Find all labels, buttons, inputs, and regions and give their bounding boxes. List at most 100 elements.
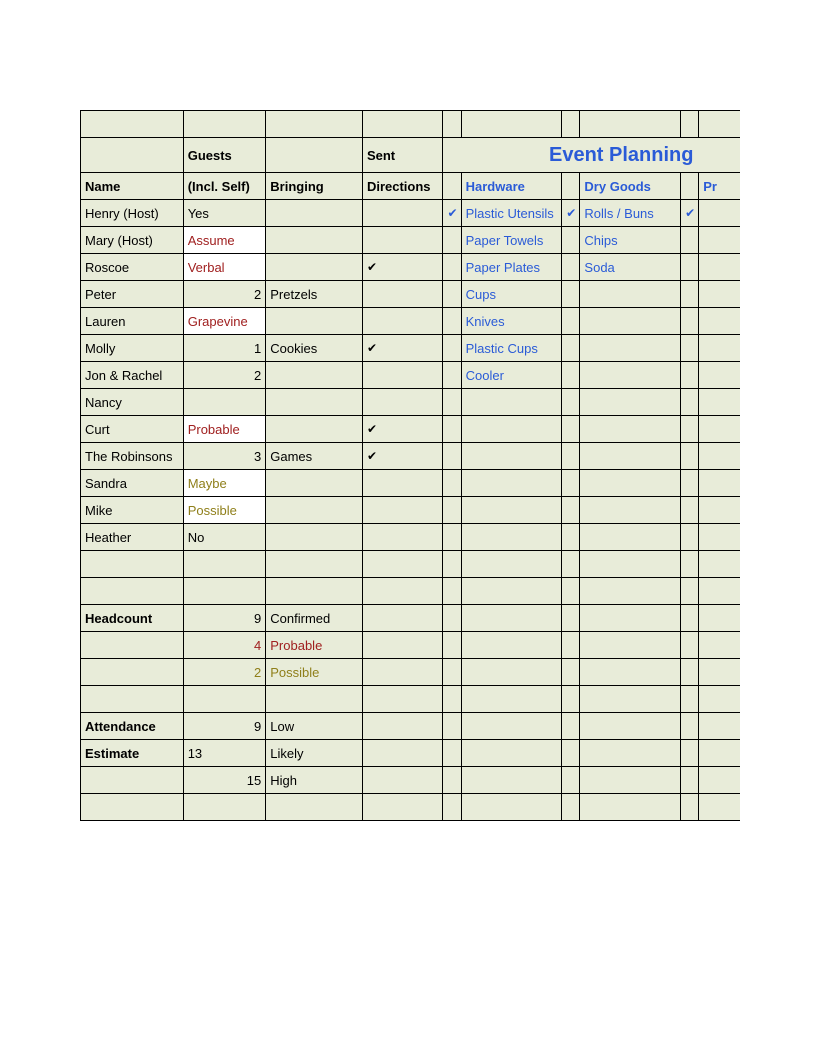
summary-value[interactable]: 13 xyxy=(183,740,266,767)
cell-pr[interactable] xyxy=(699,470,740,497)
cell-bringing[interactable]: Games xyxy=(266,443,363,470)
cell-dg-check[interactable] xyxy=(562,308,580,335)
cell-hardware[interactable]: Paper Plates xyxy=(461,254,562,281)
cell-name[interactable]: Jon & Rachel xyxy=(81,362,184,389)
cell-pr[interactable] xyxy=(699,524,740,551)
cell-hardware[interactable]: Cooler xyxy=(461,362,562,389)
cell-pr[interactable] xyxy=(699,254,740,281)
cell-pr-check[interactable] xyxy=(681,281,699,308)
cell-dg-check[interactable] xyxy=(562,227,580,254)
cell-hardware[interactable]: Plastic Cups xyxy=(461,335,562,362)
cell-dg-check[interactable]: ✔ xyxy=(562,200,580,227)
cell-pr[interactable] xyxy=(699,362,740,389)
cell-name[interactable]: Mary (Host) xyxy=(81,227,184,254)
cell-guests[interactable]: Maybe xyxy=(183,470,266,497)
cell-pr[interactable] xyxy=(699,389,740,416)
summary-value[interactable] xyxy=(183,551,266,578)
cell-hardware[interactable]: Knives xyxy=(461,308,562,335)
cell-drygoods[interactable] xyxy=(580,443,681,470)
cell-guests[interactable]: 1 xyxy=(183,335,266,362)
cell-hw-check[interactable] xyxy=(443,254,461,281)
cell-drygoods[interactable]: Chips xyxy=(580,227,681,254)
summary-label[interactable] xyxy=(81,551,184,578)
summary-desc[interactable] xyxy=(266,794,363,821)
cell-hardware[interactable] xyxy=(461,470,562,497)
summary-value[interactable]: 9 xyxy=(183,605,266,632)
cell-bringing[interactable] xyxy=(266,200,363,227)
cell-bringing[interactable] xyxy=(266,524,363,551)
cell-name[interactable]: Curt xyxy=(81,416,184,443)
cell-dg-check[interactable] xyxy=(562,362,580,389)
cell-drygoods[interactable] xyxy=(580,524,681,551)
summary-value[interactable] xyxy=(183,578,266,605)
summary-label[interactable] xyxy=(81,578,184,605)
cell-pr-check[interactable] xyxy=(681,335,699,362)
cell-hw-check[interactable] xyxy=(443,443,461,470)
cell-bringing[interactable] xyxy=(266,497,363,524)
summary-desc[interactable] xyxy=(266,686,363,713)
cell-guests[interactable]: Probable xyxy=(183,416,266,443)
summary-value[interactable]: 4 xyxy=(183,632,266,659)
cell-hardware[interactable] xyxy=(461,416,562,443)
summary-desc[interactable]: Confirmed xyxy=(266,605,363,632)
cell-dg-check[interactable] xyxy=(562,254,580,281)
summary-desc[interactable] xyxy=(266,551,363,578)
cell-sent[interactable] xyxy=(362,308,443,335)
cell-dg-check[interactable] xyxy=(562,389,580,416)
cell-bringing[interactable]: Cookies xyxy=(266,335,363,362)
cell-bringing[interactable] xyxy=(266,470,363,497)
cell-bringing[interactable] xyxy=(266,308,363,335)
cell-sent[interactable] xyxy=(362,470,443,497)
cell-pr-check[interactable] xyxy=(681,416,699,443)
cell-sent[interactable] xyxy=(362,281,443,308)
cell-pr-check[interactable]: ✔ xyxy=(681,200,699,227)
cell-pr[interactable] xyxy=(699,200,740,227)
cell-hardware[interactable]: Plastic Utensils xyxy=(461,200,562,227)
cell-hw-check[interactable] xyxy=(443,470,461,497)
cell-pr-check[interactable] xyxy=(681,497,699,524)
cell-hardware[interactable] xyxy=(461,389,562,416)
cell-pr-check[interactable] xyxy=(681,254,699,281)
cell-sent[interactable] xyxy=(362,200,443,227)
cell-drygoods[interactable]: Rolls / Buns xyxy=(580,200,681,227)
summary-value[interactable] xyxy=(183,686,266,713)
cell-hardware[interactable] xyxy=(461,443,562,470)
cell-guests[interactable]: Assume xyxy=(183,227,266,254)
cell-dg-check[interactable] xyxy=(562,470,580,497)
summary-label[interactable]: Estimate xyxy=(81,740,184,767)
cell-name[interactable]: Sandra xyxy=(81,470,184,497)
cell-hardware[interactable] xyxy=(461,497,562,524)
cell-pr[interactable] xyxy=(699,443,740,470)
summary-label[interactable] xyxy=(81,632,184,659)
cell-sent[interactable] xyxy=(362,362,443,389)
cell-sent[interactable] xyxy=(362,497,443,524)
cell-sent[interactable] xyxy=(362,227,443,254)
cell-pr[interactable] xyxy=(699,497,740,524)
cell-guests[interactable]: Verbal xyxy=(183,254,266,281)
cell-dg-check[interactable] xyxy=(562,335,580,362)
cell-pr-check[interactable] xyxy=(681,227,699,254)
cell-drygoods[interactable] xyxy=(580,497,681,524)
cell-hw-check[interactable] xyxy=(443,524,461,551)
cell-pr[interactable] xyxy=(699,308,740,335)
summary-value[interactable] xyxy=(183,794,266,821)
cell-sent[interactable] xyxy=(362,389,443,416)
cell-sent[interactable]: ✔ xyxy=(362,443,443,470)
cell-pr[interactable] xyxy=(699,416,740,443)
cell-hw-check[interactable] xyxy=(443,335,461,362)
cell-name[interactable]: Molly xyxy=(81,335,184,362)
cell-sent[interactable]: ✔ xyxy=(362,416,443,443)
cell-pr-check[interactable] xyxy=(681,389,699,416)
cell-dg-check[interactable] xyxy=(562,281,580,308)
cell-bringing[interactable] xyxy=(266,416,363,443)
cell-name[interactable]: The Robinsons xyxy=(81,443,184,470)
summary-label[interactable] xyxy=(81,794,184,821)
summary-value[interactable]: 15 xyxy=(183,767,266,794)
summary-value[interactable]: 2 xyxy=(183,659,266,686)
cell-bringing[interactable] xyxy=(266,362,363,389)
cell-pr[interactable] xyxy=(699,227,740,254)
cell-drygoods[interactable] xyxy=(580,389,681,416)
cell-pr-check[interactable] xyxy=(681,362,699,389)
cell-hardware[interactable] xyxy=(461,524,562,551)
summary-label[interactable]: Attendance xyxy=(81,713,184,740)
